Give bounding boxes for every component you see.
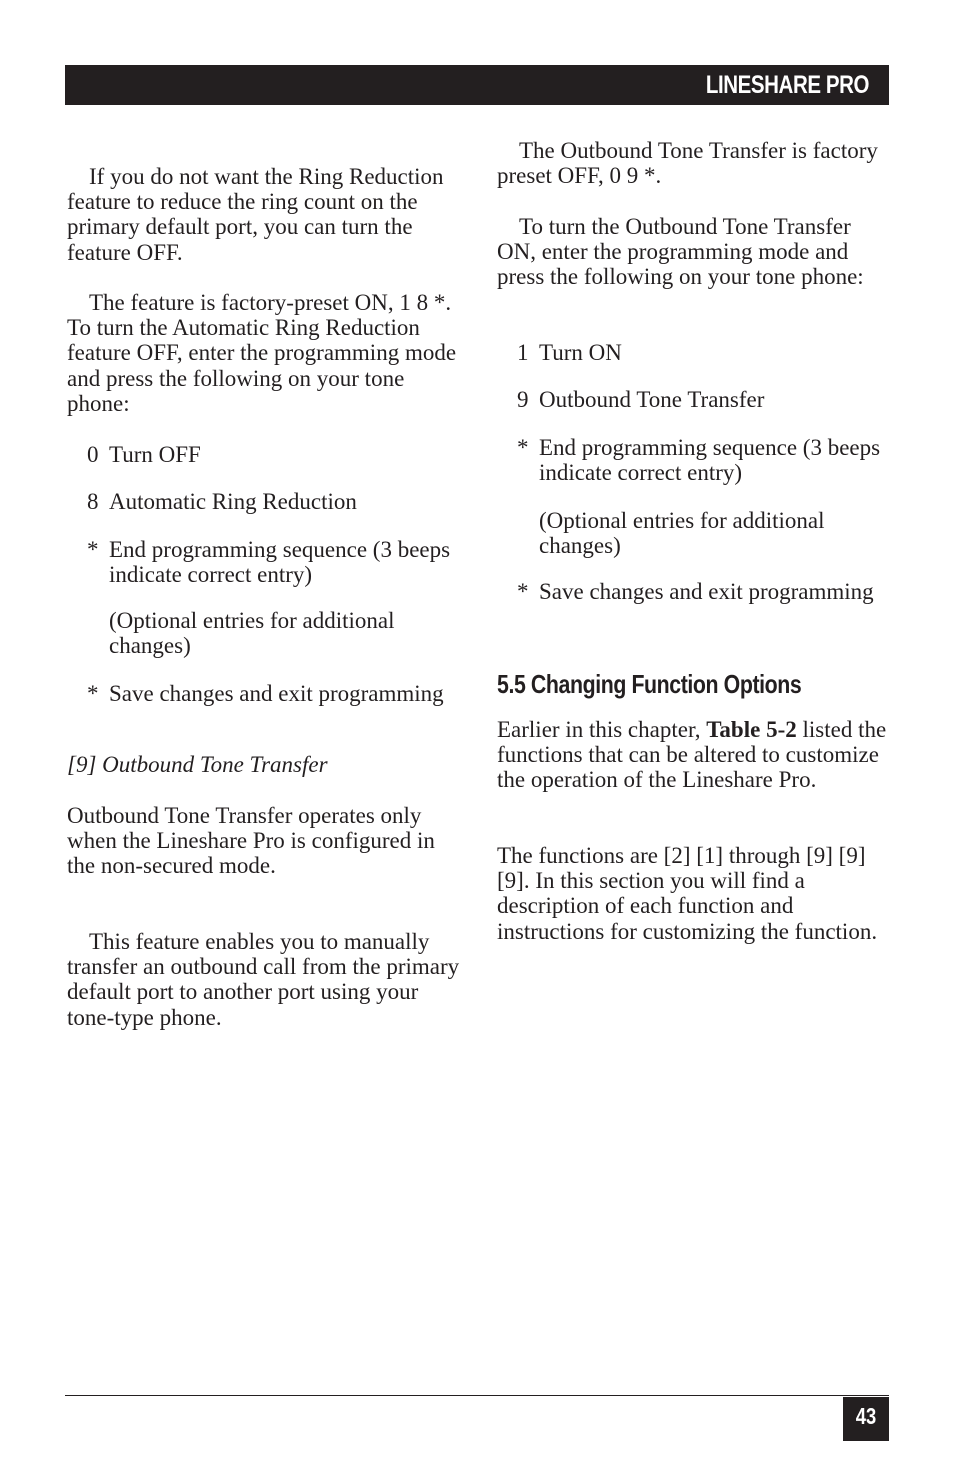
step-key: 1 bbox=[517, 340, 529, 365]
keypad-step: * End programming sequence (3 beeps indi… bbox=[517, 435, 887, 485]
step-key: * bbox=[87, 537, 99, 562]
step-key: 0 bbox=[87, 442, 99, 467]
step-text: Automatic Ring Reduction bbox=[109, 489, 357, 514]
step-text: Turn ON bbox=[539, 340, 622, 365]
step-key: * bbox=[517, 579, 529, 604]
keypad-step: 0 Turn OFF bbox=[87, 442, 457, 467]
keypad-step: 1 Turn ON bbox=[517, 340, 887, 365]
keypad-step: 9 Outbound Tone Transfer bbox=[517, 387, 887, 412]
paragraph: The Outbound Tone Transfer is factory pr… bbox=[497, 138, 878, 189]
step-text: Turn OFF bbox=[109, 442, 201, 467]
step-key: * bbox=[87, 681, 99, 706]
paragraph: The functions are [2] [1] through [9] [9… bbox=[497, 843, 878, 944]
table-reference: Table 5-2 bbox=[706, 717, 797, 742]
paragraph: Earlier in this chapter, Table 5-2 liste… bbox=[497, 717, 887, 793]
step-key: * bbox=[517, 435, 529, 460]
header-title: LINESHARE PRO bbox=[705, 71, 870, 99]
page-number-box: 43 bbox=[843, 1397, 889, 1441]
step-key: 8 bbox=[87, 489, 99, 514]
running-header: LINESHARE PRO bbox=[65, 65, 889, 105]
keypad-step: 8 Automatic Ring Reduction bbox=[87, 489, 457, 514]
step-text: Save changes and exit programming bbox=[539, 579, 874, 604]
keypad-step: * End programming sequence (3 beeps indi… bbox=[87, 537, 457, 587]
section-title: 5.5 Changing Function Options bbox=[497, 669, 802, 699]
keypad-step: * Save changes and exit programming bbox=[517, 579, 887, 604]
page-number: 43 bbox=[855, 1403, 877, 1429]
keypad-step: * Save changes and exit programming bbox=[87, 681, 457, 706]
step-text: End programming sequence (3 beeps indica… bbox=[539, 435, 881, 486]
step-text: Outbound Tone Transfer bbox=[539, 387, 765, 412]
paragraph: To turn the Outbound Tone Transfer ON, e… bbox=[497, 214, 864, 290]
optional-note: (Optional entries for additional changes… bbox=[539, 508, 825, 559]
subheading: [9] Outbound Tone Transfer bbox=[67, 752, 328, 777]
optional-note: (Optional entries for additional changes… bbox=[109, 608, 395, 659]
step-key: 9 bbox=[517, 387, 529, 412]
step-text: Save changes and exit programming bbox=[109, 681, 444, 706]
paragraph: This feature enables you to manually tra… bbox=[67, 929, 460, 1030]
paragraph: Outbound Tone Transfer operates only whe… bbox=[67, 803, 435, 879]
paragraph: The feature is factory-preset ON, 1 8 *.… bbox=[67, 290, 457, 416]
paragraph-text: Earlier in this chapter, bbox=[497, 717, 707, 742]
footer-rule bbox=[65, 1395, 889, 1396]
step-text: End programming sequence (3 beeps indica… bbox=[109, 537, 451, 588]
paragraph: If you do not want the Ring Reduction fe… bbox=[67, 164, 444, 265]
